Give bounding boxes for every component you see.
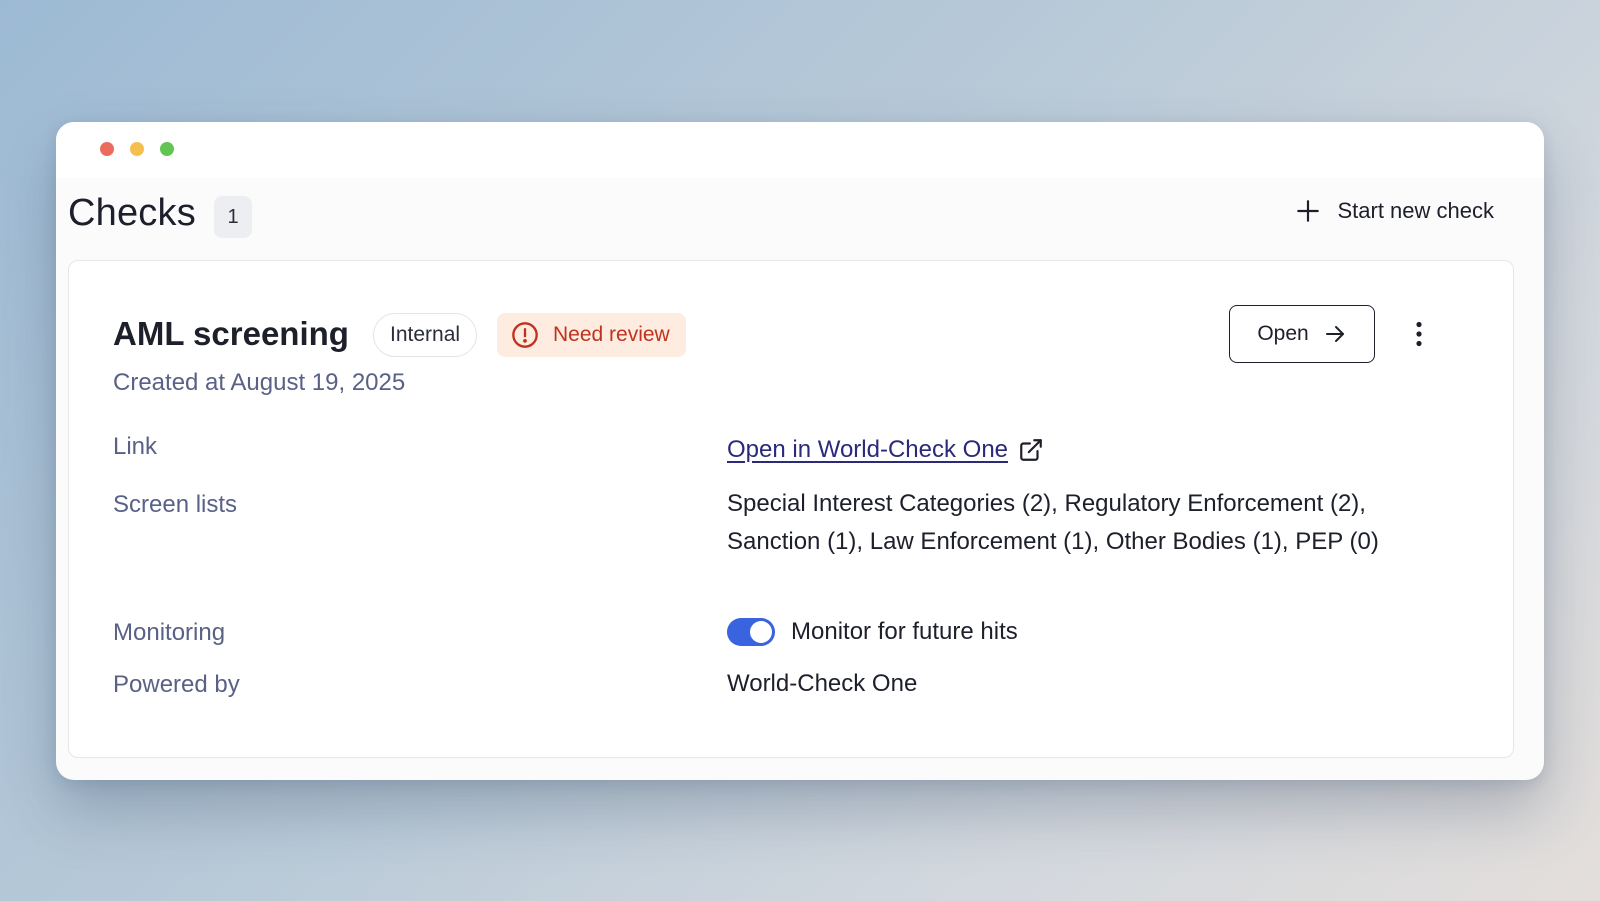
start-new-check-button[interactable]: Start new check [1295,198,1494,224]
world-check-link-text: Open in World-Check One [727,436,1009,463]
need-review-status-badge: Need review [497,313,686,357]
monitoring-value: Monitor for future hits [727,613,1018,651]
start-new-check-label: Start new check [1337,198,1494,223]
monitoring-label: Monitoring [113,619,226,646]
created-date: Created at August 19, 2025 [113,369,406,396]
powered-by-value: World-Check One [727,670,918,697]
more-vertical-icon [1416,321,1422,347]
more-options-button[interactable] [1403,317,1435,351]
arrow-right-icon [1325,326,1344,342]
plus-icon [1297,200,1320,222]
check-card: AML screening Internal Need review Creat… [68,260,1514,758]
world-check-link[interactable]: Open in World-Check One [727,431,1044,469]
powered-by-label: Powered by [113,671,240,698]
internal-tag: Internal [373,313,478,357]
screen-lists-value: Special Interest Categories (2), Regulat… [727,490,1379,555]
app-window: Checks 1 Start new check AML screening I… [56,122,1544,780]
close-window-button[interactable] [100,142,114,156]
monitor-toggle[interactable] [727,618,775,646]
maximize-window-button[interactable] [160,142,174,156]
page-title: Checks [68,192,196,234]
screen-lists-label: Screen lists [113,491,238,518]
alert-circle-icon [512,322,538,348]
link-value: Open in World-Check One [727,431,1044,469]
open-check-button[interactable]: Open [1229,305,1375,363]
monitor-toggle-label: Monitor for future hits [791,618,1018,645]
link-label: Link [113,433,158,460]
checks-count-badge: 1 [214,196,252,238]
need-review-label: Need review [553,323,670,346]
open-label: Open [1257,322,1309,345]
check-title: AML screening [113,315,349,352]
title-bar [56,122,1544,178]
minimize-window-button[interactable] [130,142,144,156]
external-link-icon [1020,439,1042,461]
